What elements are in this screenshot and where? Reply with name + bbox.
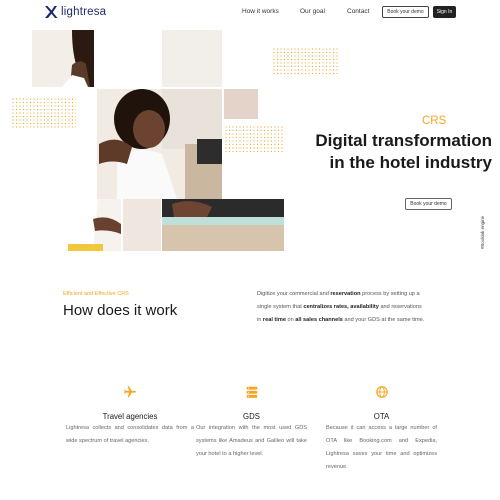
how-kicker: Efficient and Effective CRS <box>63 291 129 297</box>
feature-description: Because it can access a large number of … <box>326 425 437 470</box>
hero-kicker: CRS <box>422 115 447 127</box>
how-text-6: real time <box>262 317 286 323</box>
hero-tile-desk <box>162 199 284 251</box>
hero-tile-3 <box>162 30 222 87</box>
logo[interactable]: lightresa <box>44 5 106 19</box>
feature-travel-agencies: Travel agencies Lightresa collects and c… <box>66 385 194 448</box>
globe-icon <box>375 386 388 398</box>
hero-tile-2 <box>97 30 159 87</box>
person-photo-fragment <box>32 30 94 87</box>
how-description: Digitize your commercial and reservation… <box>257 288 427 327</box>
language-switch[interactable]: EN <box>0 59 1 65</box>
feature-title: Travel agencies <box>102 412 158 421</box>
hero-tile-1 <box>32 30 94 87</box>
sign-in-button[interactable]: Sign In <box>433 6 456 18</box>
hero-tile-bottom-left <box>63 199 121 251</box>
how-text-1: Digitize your commercial and <box>257 291 331 297</box>
how-text-4: centralizes rates, availability <box>303 304 379 310</box>
hero-title-line-2: in the hotel industry <box>329 152 492 172</box>
vertical-tagline: #Bookink engine <box>480 215 486 250</box>
how-text-8: all sales channels <box>295 317 343 323</box>
how-text-2: reservation <box>330 291 361 297</box>
logo-mark-icon <box>45 6 58 18</box>
nav-link-our-goal[interactable]: Our goal <box>300 8 325 15</box>
logo-text: lightresa <box>61 6 107 18</box>
feature-title: OTA <box>373 412 390 421</box>
hero-title: Digital transformation in the hotel indu… <box>290 130 492 173</box>
server-icon <box>246 386 257 398</box>
desk-photo-fragment <box>162 199 284 251</box>
how-text-7: on <box>285 317 296 323</box>
feature-gds: GDS Our integration with the most used G… <box>196 385 307 461</box>
nav-link-contact[interactable]: Contact <box>347 8 369 15</box>
dot-pattern-mid <box>225 126 285 154</box>
dot-pattern-left <box>12 98 76 128</box>
feature-title: GDS <box>243 412 260 421</box>
hero-tile-bottom-mid <box>123 199 161 251</box>
nav-book-demo-button[interactable]: Book your demo <box>382 6 429 18</box>
hero-book-demo-button[interactable]: Book your demo <box>405 198 452 210</box>
feature-description: Lightresa collects and consolidates data… <box>66 425 194 444</box>
hero-title-line-1: Digital transformation <box>315 131 492 150</box>
dot-pattern-right <box>273 48 339 76</box>
nav-link-how-it-works[interactable]: How it works <box>242 8 279 15</box>
how-text-9: and your GDS at the same time. <box>342 317 425 323</box>
feature-description: Our integration with the most used GDS s… <box>196 425 307 457</box>
arm-photo-fragment <box>63 199 121 251</box>
hero-tile-pink <box>224 89 258 119</box>
top-nav: lightresa How it works Our goal Contact … <box>0 0 500 24</box>
feature-ota: OTA Because it can access a large number… <box>326 385 437 474</box>
airplane-icon <box>124 386 136 398</box>
how-title: How does it work <box>63 302 178 319</box>
